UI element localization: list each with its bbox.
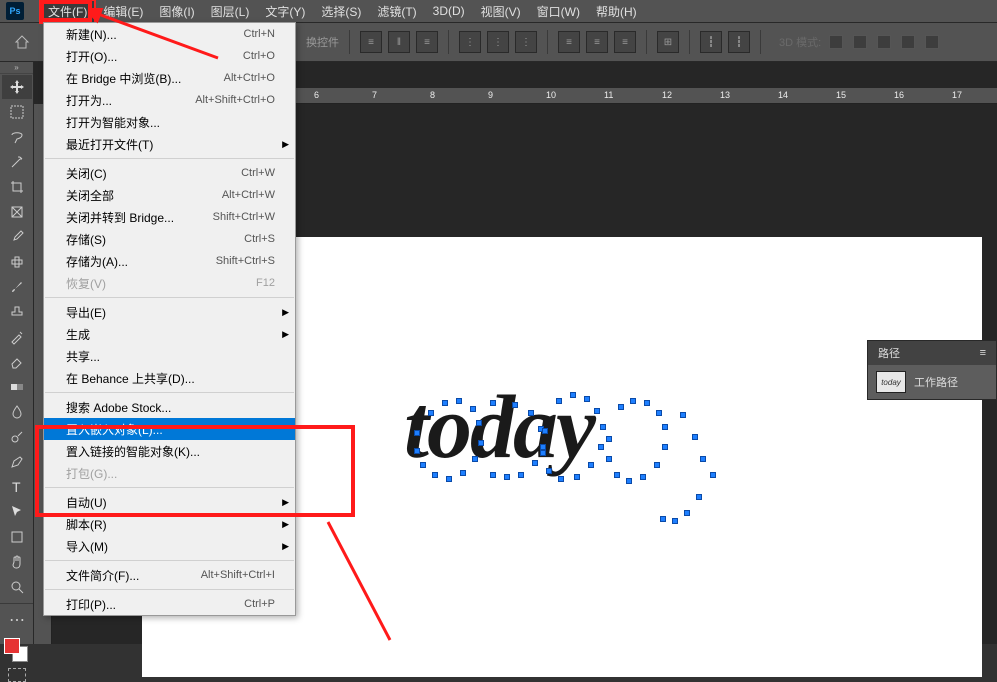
distribute-btn[interactable]: ⋮	[459, 31, 481, 53]
menu-view[interactable]: 视图(V)	[473, 0, 529, 23]
paths-panel: 路径 ≡ today 工作路径	[867, 340, 997, 400]
dodge-tool[interactable]	[2, 425, 32, 449]
menu-item[interactable]: 搜索 Adobe Stock...	[44, 396, 295, 418]
3d-icon[interactable]	[925, 35, 939, 49]
menu-type[interactable]: 文字(Y)	[257, 0, 313, 23]
path-item-row[interactable]: today 工作路径	[868, 365, 996, 399]
align-btn[interactable]: ≡	[586, 31, 608, 53]
menubar: 文件(F) 编辑(E) 图像(I) 图层(L) 文字(Y) 选择(S) 滤镜(T…	[0, 0, 997, 22]
menu-item[interactable]: 在 Bridge 中浏览(B)...Alt+Ctrl+O	[44, 67, 295, 89]
shape-tool[interactable]	[2, 525, 32, 549]
menu-item[interactable]: 文件简介(F)...Alt+Shift+Ctrl+I	[44, 564, 295, 586]
fg-color-swatch[interactable]	[4, 638, 20, 654]
panel-tab-paths[interactable]: 路径 ≡	[868, 341, 996, 365]
menu-item[interactable]: 最近打开文件(T)▶	[44, 133, 295, 155]
menu-item[interactable]: 新建(N)...Ctrl+N	[44, 23, 295, 45]
menu-help[interactable]: 帮助(H)	[588, 0, 645, 23]
align-btn[interactable]: ┇	[728, 31, 750, 53]
menu-item[interactable]: 打开为...Alt+Shift+Ctrl+O	[44, 89, 295, 111]
menu-item[interactable]: 置入嵌入对象(L)...	[44, 418, 295, 440]
menu-window[interactable]: 窗口(W)	[529, 0, 588, 23]
menu-item[interactable]: 关闭全部Alt+Ctrl+W	[44, 184, 295, 206]
align-btn[interactable]: ‖	[388, 31, 410, 53]
panel-title: 路径	[878, 345, 900, 361]
align-btn[interactable]: ≡	[614, 31, 636, 53]
app-logo: Ps	[6, 2, 24, 20]
3d-icon[interactable]	[877, 35, 891, 49]
menu-item[interactable]: 打印(P)...Ctrl+P	[44, 593, 295, 615]
color-swatches[interactable]	[4, 638, 28, 662]
menu-item: 恢复(V)F12	[44, 272, 295, 294]
menu-item[interactable]: 在 Behance 上共享(D)...	[44, 367, 295, 389]
align-btn[interactable]: ┇	[700, 31, 722, 53]
hand-tool[interactable]	[2, 550, 32, 574]
menu-item[interactable]: 导出(E)▶	[44, 301, 295, 323]
stamp-tool[interactable]	[2, 300, 32, 324]
menu-item[interactable]: 自动(U)▶	[44, 491, 295, 513]
brush-tool[interactable]	[2, 275, 32, 299]
home-icon[interactable]	[14, 34, 30, 50]
menu-item[interactable]: 脚本(R)▶	[44, 513, 295, 535]
menu-item[interactable]: 置入链接的智能对象(K)...	[44, 440, 295, 462]
menu-item[interactable]: 关闭(C)Ctrl+W	[44, 162, 295, 184]
menu-image[interactable]: 图像(I)	[151, 0, 202, 23]
edit-toolbar[interactable]: ⋯	[2, 608, 32, 632]
menu-item[interactable]: 生成▶	[44, 323, 295, 345]
menu-layer[interactable]: 图层(L)	[203, 0, 258, 23]
panel-menu-icon[interactable]: ≡	[980, 347, 986, 359]
menu-item: 打包(G)...	[44, 462, 295, 484]
crop-tool[interactable]	[2, 175, 32, 199]
wand-tool[interactable]	[2, 150, 32, 174]
menu-filter[interactable]: 滤镜(T)	[369, 0, 424, 23]
blur-tool[interactable]	[2, 400, 32, 424]
menu-item[interactable]: 打开为智能对象...	[44, 111, 295, 133]
history-brush-tool[interactable]	[2, 325, 32, 349]
menu-select[interactable]: 选择(S)	[313, 0, 369, 23]
align-btn[interactable]: ⊞	[657, 31, 679, 53]
menu-item[interactable]: 存储为(A)...Shift+Ctrl+S	[44, 250, 295, 272]
tool-panel: » T ⋯	[0, 62, 34, 644]
menu-edit[interactable]: 编辑(E)	[95, 0, 151, 23]
pen-tool[interactable]	[2, 450, 32, 474]
path-select-tool[interactable]	[2, 500, 32, 524]
zoom-tool[interactable]	[2, 575, 32, 599]
gradient-tool[interactable]	[2, 375, 32, 399]
menu-item[interactable]: 导入(M)▶	[44, 535, 295, 557]
lasso-tool[interactable]	[2, 125, 32, 149]
svg-text:T: T	[12, 479, 21, 495]
quickmask-toggle[interactable]	[8, 668, 26, 682]
menu-item[interactable]: 共享...	[44, 345, 295, 367]
mode-3d-label: 3D 模式:	[779, 34, 821, 50]
3d-icon[interactable]	[901, 35, 915, 49]
align-btn[interactable]: ≡	[558, 31, 580, 53]
type-tool[interactable]: T	[2, 475, 32, 499]
3d-icon[interactable]	[829, 35, 843, 49]
menu-item[interactable]: 打开(O)...Ctrl+O	[44, 45, 295, 67]
align-btn[interactable]: ≡	[416, 31, 438, 53]
toolbar-expand[interactable]: »	[0, 62, 33, 74]
file-dropdown-menu: 新建(N)...Ctrl+N打开(O)...Ctrl+O在 Bridge 中浏览…	[43, 22, 296, 616]
path-thumbnail: today	[876, 371, 906, 393]
marquee-tool[interactable]	[2, 100, 32, 124]
heal-tool[interactable]	[2, 250, 32, 274]
menu-3d[interactable]: 3D(D)	[425, 1, 473, 21]
menu-item[interactable]: 存储(S)Ctrl+S	[44, 228, 295, 250]
3d-icon[interactable]	[853, 35, 867, 49]
frame-tool[interactable]	[2, 200, 32, 224]
move-tool[interactable]	[2, 75, 32, 99]
align-btn[interactable]: ≡	[360, 31, 382, 53]
distribute-btn[interactable]: ⋮	[487, 31, 509, 53]
distribute-btn[interactable]: ⋮	[515, 31, 537, 53]
menu-file[interactable]: 文件(F)	[40, 0, 95, 23]
path-item-label: 工作路径	[914, 374, 958, 390]
canvas-text-today[interactable]: today	[404, 376, 594, 479]
swap-controls-label: 换控件	[306, 34, 339, 50]
menu-item[interactable]: 关闭并转到 Bridge...Shift+Ctrl+W	[44, 206, 295, 228]
eyedropper-tool[interactable]	[2, 225, 32, 249]
eraser-tool[interactable]	[2, 350, 32, 374]
